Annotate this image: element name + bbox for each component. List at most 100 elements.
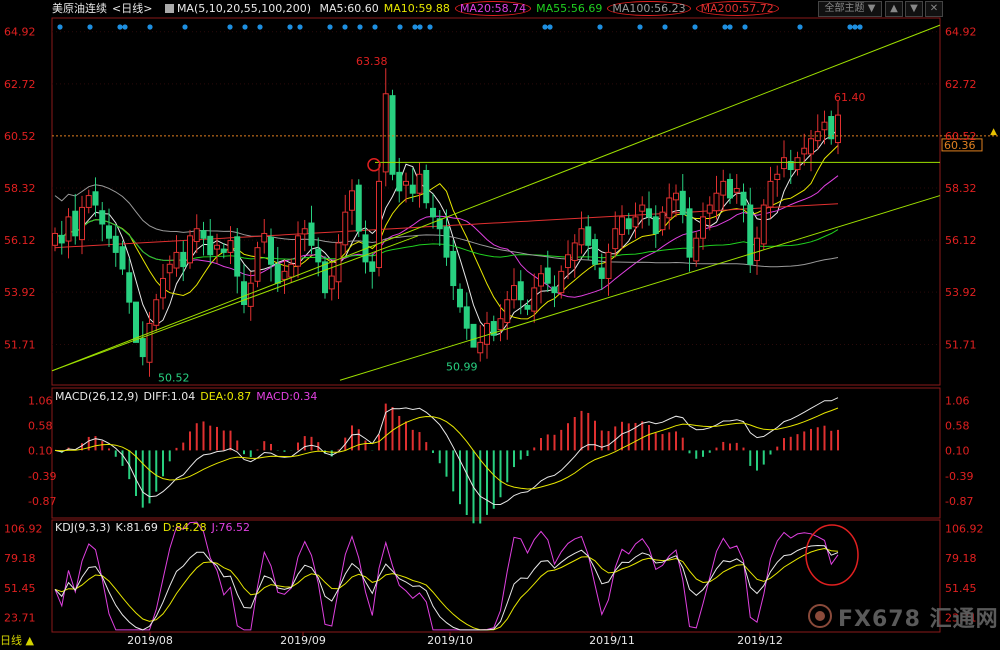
candle xyxy=(686,197,693,272)
ma-params-label[interactable]: MA(5,10,20,55,100,200) xyxy=(177,2,311,15)
close-button[interactable]: ✕ xyxy=(925,1,943,17)
candle-body xyxy=(403,180,409,186)
candle xyxy=(754,226,760,275)
candle-body xyxy=(517,281,524,301)
kdj-params-label[interactable]: KDJ(9,3,3) xyxy=(55,521,111,534)
candle xyxy=(733,174,740,204)
theme-select-label: 全部主题 xyxy=(824,3,865,14)
candle xyxy=(457,283,463,313)
kdj-j-value: J:76.52 xyxy=(211,521,251,534)
macd-dea-value: DEA:0.87 xyxy=(200,390,252,403)
candle xyxy=(585,215,592,260)
theme-select[interactable]: 全部主题 ▼ xyxy=(818,1,882,17)
candle-body xyxy=(416,173,423,194)
price-tick-right: 64.92 xyxy=(945,26,977,39)
period-footer-tab[interactable]: 日线 ▲ xyxy=(0,633,34,649)
candle-body xyxy=(754,237,760,261)
event-dot xyxy=(727,24,733,30)
candle-body xyxy=(355,184,362,232)
candle-body xyxy=(700,216,706,239)
candle-body xyxy=(166,263,173,274)
ma-value-4: MA100:56.23 xyxy=(607,1,691,16)
candle-body xyxy=(484,322,490,345)
macd-tick-left: -0.39 xyxy=(28,470,56,483)
candle xyxy=(342,194,349,254)
candle-body xyxy=(153,299,160,326)
event-dot xyxy=(417,24,423,30)
date-label: 2019/11 xyxy=(589,634,635,647)
watermark: FX678 汇通网 xyxy=(808,601,999,633)
scroll-up-button[interactable]: ▲ xyxy=(885,1,903,17)
candle xyxy=(659,206,666,236)
candle xyxy=(247,271,254,321)
candle xyxy=(740,183,747,223)
candle xyxy=(787,149,794,184)
candle-body xyxy=(187,235,193,264)
candle xyxy=(612,211,619,258)
candle-body xyxy=(106,225,112,239)
candle xyxy=(490,315,497,342)
candle xyxy=(274,246,281,292)
candle xyxy=(605,243,612,296)
kdj-tick-right: 106.92 xyxy=(945,523,984,536)
watermark-text: FX678 汇通网 xyxy=(838,607,999,632)
candle xyxy=(463,292,470,340)
candle xyxy=(308,205,315,255)
candle-body xyxy=(652,216,659,234)
candle-body xyxy=(430,207,436,218)
candle xyxy=(538,264,544,304)
price-tick-left: 62.72 xyxy=(4,78,36,91)
candle-body xyxy=(612,228,619,250)
candle xyxy=(504,291,511,340)
candle-body xyxy=(214,244,220,250)
candle-body xyxy=(639,204,646,212)
trendlines: 60.36 xyxy=(51,24,1000,381)
event-dot xyxy=(122,24,128,30)
candle-body xyxy=(328,275,335,290)
candle xyxy=(652,205,659,248)
symbol-title[interactable]: 美原油连续 xyxy=(52,2,107,15)
candle xyxy=(322,255,328,299)
event-dot xyxy=(542,24,548,30)
scroll-down-button[interactable]: ▼ xyxy=(905,1,923,17)
macd-header: MACD(26,12,9) DIFF:1.04 DEA:0.87 MACD:0.34 xyxy=(55,390,322,404)
price-tick-left: 53.92 xyxy=(4,286,36,299)
candle-body xyxy=(666,197,673,219)
macd-dea-line xyxy=(54,407,839,490)
candle-body xyxy=(274,263,281,284)
event-dot xyxy=(397,24,403,30)
event-dot xyxy=(597,24,603,30)
arrow-down-icon: ▼ xyxy=(910,3,918,14)
candle xyxy=(632,202,639,239)
candle-body xyxy=(112,235,119,253)
candle-body xyxy=(295,235,301,267)
candle xyxy=(65,208,72,259)
event-dot xyxy=(117,24,123,30)
candle-body xyxy=(308,222,315,246)
candle xyxy=(700,202,706,250)
macd-params-label[interactable]: MACD(26,12,9) xyxy=(55,390,139,403)
candle-body xyxy=(207,235,214,256)
macd-tick-left: 1.06 xyxy=(28,394,53,407)
ma-value-5: MA200:57.72 xyxy=(695,1,779,16)
candle xyxy=(470,323,477,348)
annotation-low-1: 50.52 xyxy=(158,372,190,385)
arrow-up-icon: ▲ xyxy=(890,3,898,14)
chart-canvas[interactable]: 60.36 64.92 64.92 62.72 62.72 60.52 60.52 58.3… xyxy=(0,0,1000,650)
candle-body xyxy=(52,232,58,246)
candle xyxy=(828,110,835,145)
candle-body xyxy=(79,206,85,241)
candle-body xyxy=(463,306,470,329)
candle-body xyxy=(619,216,625,235)
period-label[interactable]: <日线> xyxy=(112,2,152,15)
candle-body xyxy=(713,192,720,212)
candle xyxy=(126,258,133,314)
price-tick-right: 62.72 xyxy=(945,78,977,91)
annotation-high: 63.38 xyxy=(356,55,388,68)
event-dot xyxy=(722,24,728,30)
candle xyxy=(187,229,193,269)
candle-body xyxy=(335,242,342,283)
candle xyxy=(382,68,389,187)
candle xyxy=(349,179,355,225)
candle-body xyxy=(58,234,65,244)
